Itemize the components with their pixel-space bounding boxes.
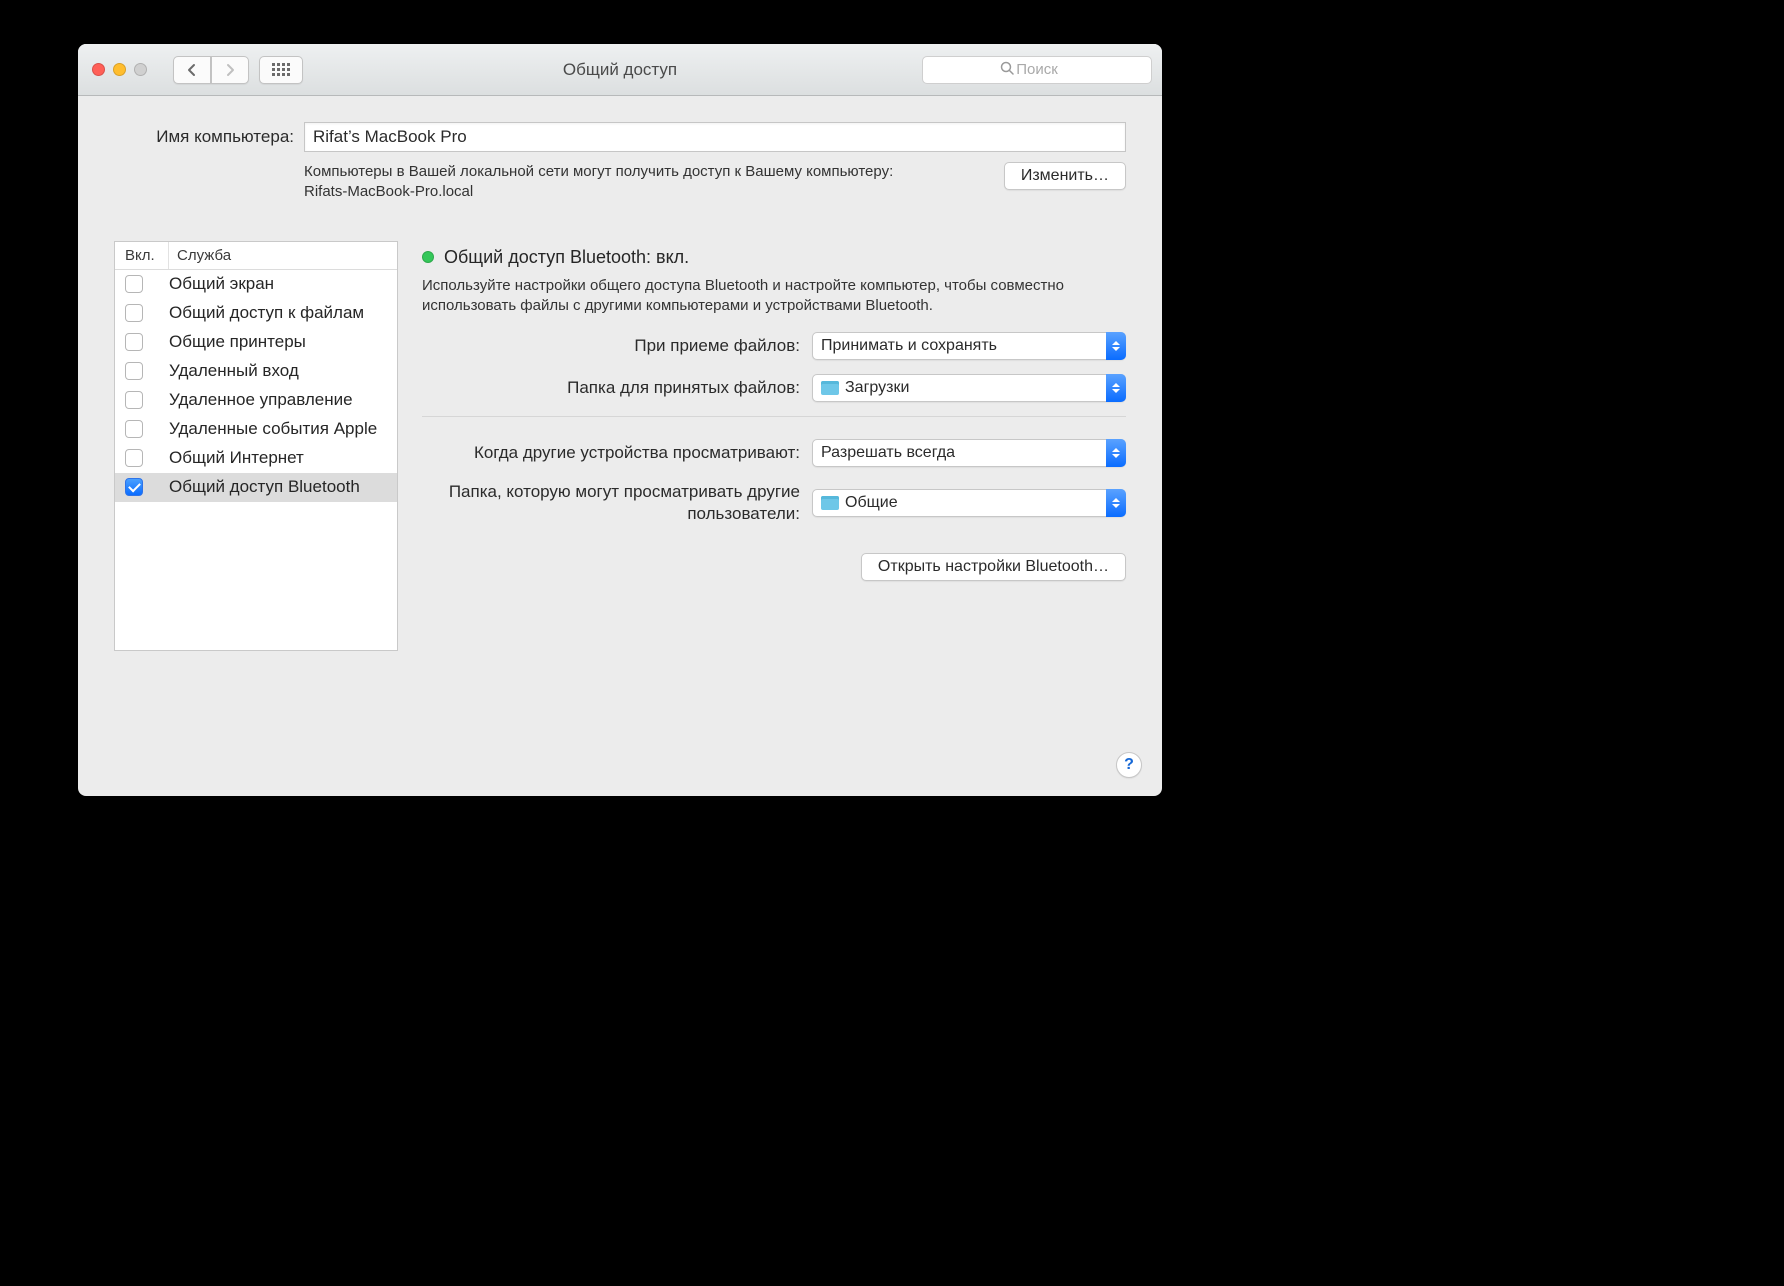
titlebar: Общий доступ — [78, 44, 1162, 96]
nav-buttons — [173, 56, 303, 84]
close-window-button[interactable] — [92, 63, 105, 76]
service-checkbox[interactable] — [125, 449, 143, 467]
browsing-folder-value: Общие — [845, 494, 898, 512]
chevron-updown-icon — [1106, 489, 1126, 517]
browsing-action-select[interactable]: Разрешать всегда — [812, 439, 1126, 467]
receiving-action-select[interactable]: Принимать и сохранять — [812, 332, 1126, 360]
service-description: Используйте настройки общего доступа Blu… — [422, 276, 1126, 317]
service-detail-pane: Общий доступ Bluetooth: вкл. Используйте… — [422, 241, 1126, 785]
browsing-action-value: Разрешать всегда — [821, 444, 955, 462]
open-bluetooth-settings-button[interactable]: Открыть настройки Bluetooth… — [861, 553, 1126, 581]
services-header-name: Служба — [169, 242, 397, 269]
service-row[interactable]: Общий доступ к файлам — [115, 299, 397, 328]
edit-hostname-button[interactable]: Изменить… — [1004, 162, 1126, 190]
services-table: Вкл. Служба Общий экран Общий доступ к фа… — [114, 241, 398, 651]
service-name-label: Общие принтеры — [169, 332, 306, 352]
browsing-action-label: Когда другие устройства просматривают: — [422, 442, 812, 464]
receiving-folder-value: Загрузки — [845, 379, 909, 397]
service-checkbox[interactable] — [125, 420, 143, 438]
services-header-on: Вкл. — [115, 242, 169, 269]
chevron-left-icon — [186, 63, 198, 77]
browsing-folder-label: Папка, которую могут просматривать други… — [422, 481, 812, 525]
service-row[interactable]: Общие принтеры — [115, 328, 397, 357]
computer-name-input[interactable] — [304, 122, 1126, 152]
search-input[interactable] — [922, 56, 1152, 84]
service-checkbox[interactable] — [125, 391, 143, 409]
receiving-folder-label: Папка для принятых файлов: — [422, 377, 812, 399]
receiving-action-label: При приеме файлов: — [422, 335, 812, 357]
service-status-title: Общий доступ Bluetooth: вкл. — [444, 247, 689, 268]
service-name-label: Общий экран — [169, 274, 274, 294]
service-row[interactable]: Удаленные события Apple — [115, 415, 397, 444]
services-list[interactable]: Общий экран Общий доступ к файлам Общие пр… — [115, 270, 397, 650]
back-button[interactable] — [173, 56, 211, 84]
service-row[interactable]: Удаленный вход — [115, 357, 397, 386]
service-name-label: Удаленное управление — [169, 390, 353, 410]
zoom-window-button[interactable] — [134, 63, 147, 76]
computer-name-description: Компьютеры в Вашей локальной сети могут … — [304, 162, 904, 203]
computer-name-section: Имя компьютера: Компьютеры в Вашей локал… — [96, 96, 1144, 213]
service-name-label: Удаленный вход — [169, 361, 299, 381]
help-button[interactable]: ? — [1116, 752, 1142, 778]
search-wrap — [922, 56, 1152, 84]
service-checkbox[interactable] — [125, 304, 143, 322]
service-row[interactable]: Удаленное управление — [115, 386, 397, 415]
receiving-action-value: Принимать и сохранять — [821, 337, 997, 355]
chevron-right-icon — [224, 63, 236, 77]
service-name-label: Общий доступ к файлам — [169, 303, 364, 323]
folder-icon — [821, 496, 839, 510]
service-name-label: Удаленные события Apple — [169, 419, 377, 439]
service-name-label: Общий Интернет — [169, 448, 304, 468]
computer-name-label: Имя компьютера: — [114, 127, 294, 147]
show-all-button[interactable] — [259, 56, 303, 84]
services-table-header: Вкл. Служба — [115, 242, 397, 270]
service-row[interactable]: Общий Интернет — [115, 444, 397, 473]
service-checkbox[interactable] — [125, 362, 143, 380]
minimize-window-button[interactable] — [113, 63, 126, 76]
forward-button[interactable] — [211, 56, 249, 84]
sharing-prefpane-window: Общий доступ Имя компьютера: Компьютеры … — [78, 44, 1162, 796]
chevron-updown-icon — [1106, 332, 1126, 360]
chevron-updown-icon — [1106, 374, 1126, 402]
grid-icon — [272, 63, 290, 77]
service-checkbox[interactable] — [125, 333, 143, 351]
service-row[interactable]: Общий доступ Bluetooth — [115, 473, 397, 502]
status-dot-icon — [422, 251, 434, 263]
browsing-folder-select[interactable]: Общие — [812, 489, 1126, 517]
service-checkbox[interactable] — [125, 275, 143, 293]
receiving-folder-select[interactable]: Загрузки — [812, 374, 1126, 402]
window-controls — [92, 63, 147, 76]
service-row[interactable]: Общий экран — [115, 270, 397, 299]
divider — [422, 416, 1126, 417]
service-name-label: Общий доступ Bluetooth — [169, 477, 360, 497]
chevron-updown-icon — [1106, 439, 1126, 467]
service-checkbox[interactable] — [125, 478, 143, 496]
content-area: Имя компьютера: Компьютеры в Вашей локал… — [78, 96, 1162, 796]
folder-icon — [821, 381, 839, 395]
